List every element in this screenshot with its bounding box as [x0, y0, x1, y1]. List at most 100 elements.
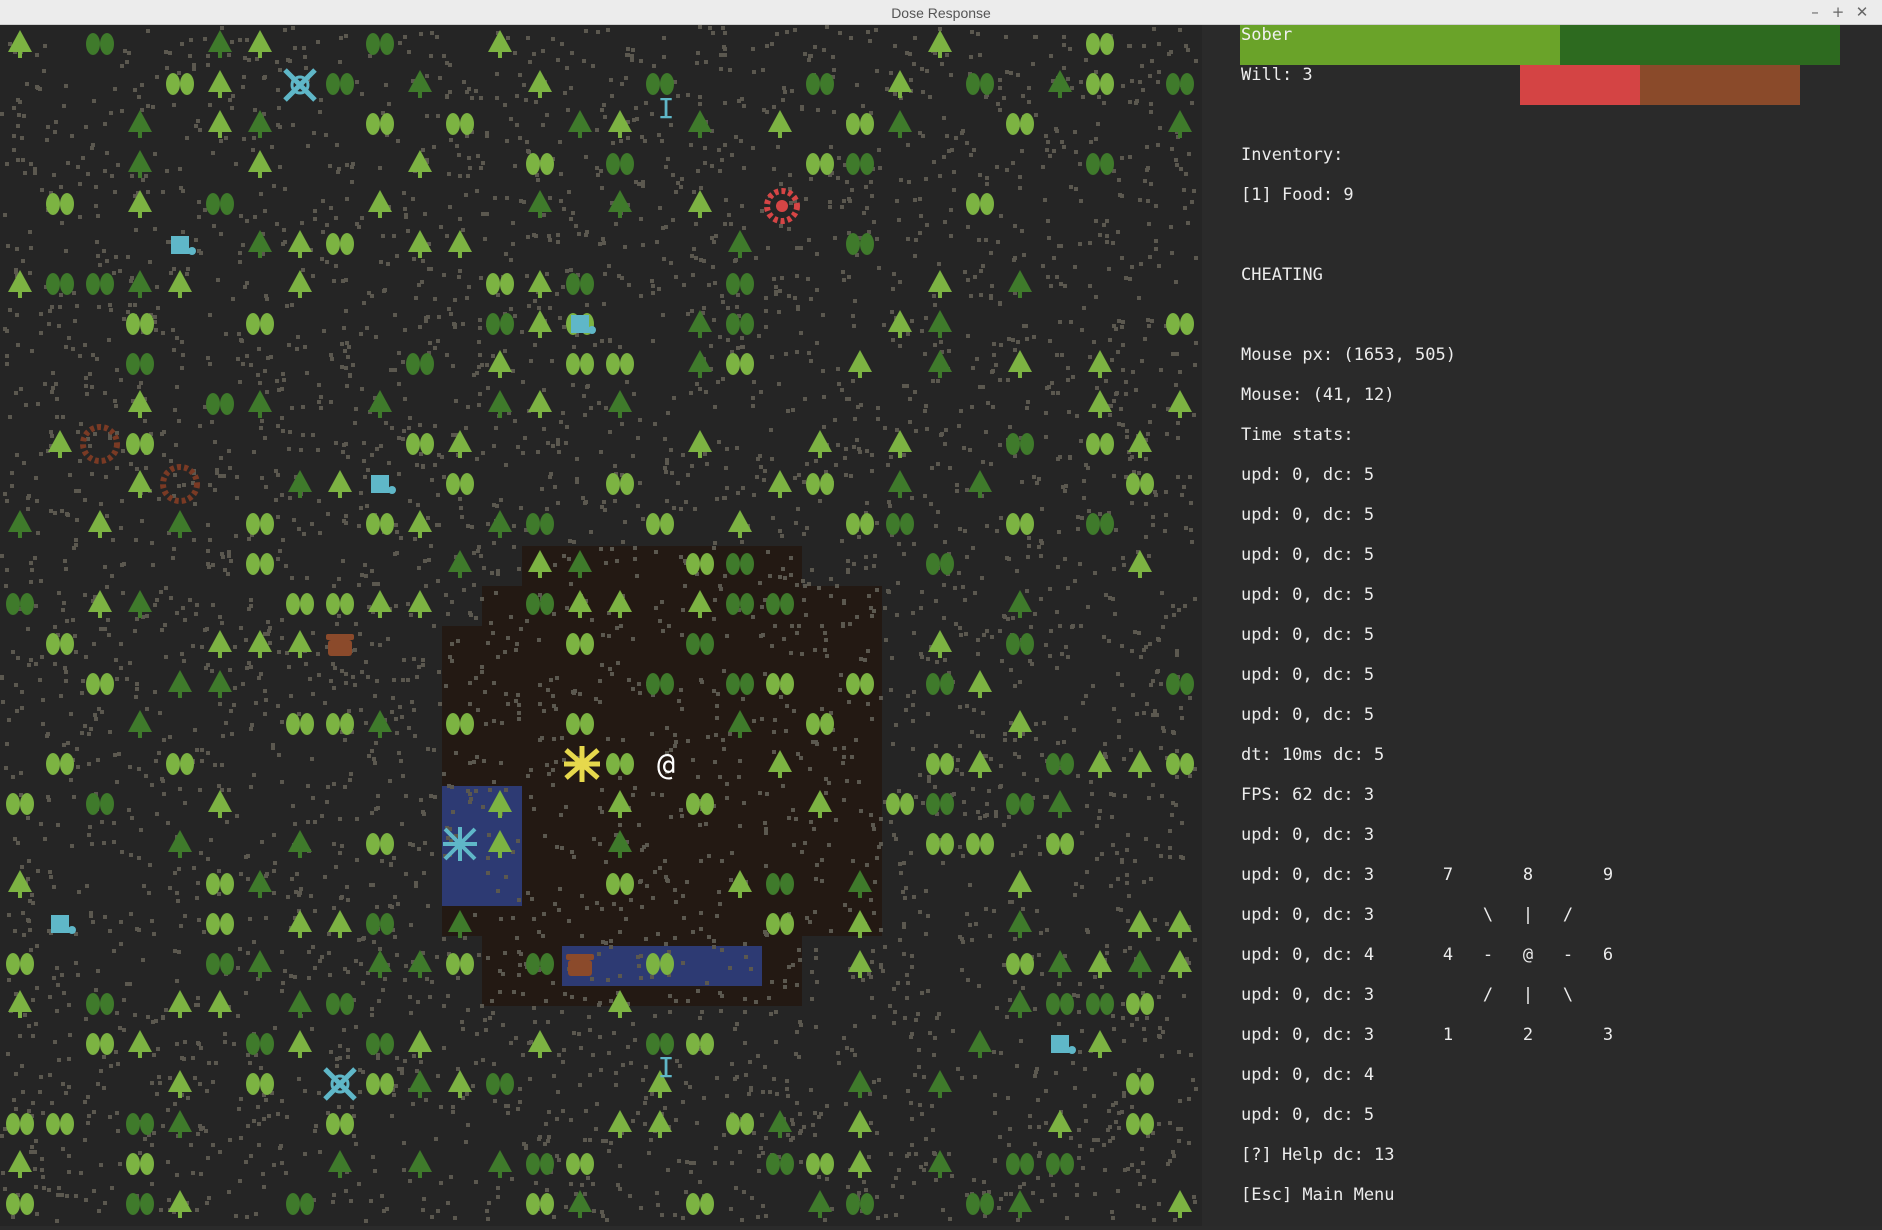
tree-icon	[1008, 910, 1032, 938]
tree-icon	[726, 1113, 754, 1135]
tree-icon	[288, 910, 312, 938]
tree-icon	[968, 470, 992, 498]
maximize-button[interactable]: +	[1828, 3, 1848, 21]
tree-icon	[486, 273, 514, 295]
tree-icon	[848, 350, 872, 378]
dose-icon	[1051, 1035, 1076, 1054]
numpad-key: 2	[1518, 1025, 1538, 1045]
tree-icon	[86, 993, 114, 1015]
tree-icon	[408, 1070, 432, 1098]
tree-icon	[288, 830, 312, 858]
tree-icon	[686, 1193, 714, 1215]
tree-icon	[446, 473, 474, 495]
tree-icon	[366, 513, 394, 535]
tree-icon	[486, 313, 514, 335]
tree-icon	[888, 110, 912, 138]
tree-icon	[126, 1113, 154, 1135]
tree-icon	[246, 513, 274, 535]
tree-icon	[126, 433, 154, 455]
window-titlebar: Dose Response – + ✕	[0, 0, 1882, 25]
tree-icon	[288, 230, 312, 258]
tree-icon	[1006, 953, 1034, 975]
tree-icon	[528, 310, 552, 338]
tree-icon	[366, 113, 394, 135]
tree-icon	[128, 1030, 152, 1058]
numpad-arrow: |	[1518, 905, 1538, 925]
tree-icon	[168, 510, 192, 538]
window-title: Dose Response	[0, 5, 1882, 21]
tree-icon	[408, 1030, 432, 1058]
tree-icon	[1168, 390, 1192, 418]
tree-icon	[248, 390, 272, 418]
tree-icon	[208, 990, 232, 1018]
tree-icon	[528, 190, 552, 218]
tree-icon	[1128, 950, 1152, 978]
tree-icon	[128, 390, 152, 418]
tree-icon	[966, 193, 994, 215]
minimize-button[interactable]: –	[1805, 3, 1825, 21]
tree-icon	[806, 153, 834, 175]
tree-icon	[648, 1110, 672, 1138]
tree-icon	[8, 990, 32, 1018]
close-button[interactable]: ✕	[1852, 3, 1872, 21]
tree-icon	[1168, 110, 1192, 138]
tree-icon	[1006, 1153, 1034, 1175]
tree-icon	[8, 870, 32, 898]
tree-icon	[1048, 790, 1072, 818]
tree-icon	[848, 1110, 872, 1138]
time-stat-line: upd: 0, dc: 5	[1241, 705, 1374, 725]
sidebar-panel: Sober Will: 3 Inventory: [1] Food: 9 CHE…	[1202, 25, 1882, 1226]
tree-icon	[366, 833, 394, 855]
help-hint: [Esc] Main Menu	[1241, 1185, 1395, 1205]
tree-icon	[328, 910, 352, 938]
food-icon	[566, 954, 594, 976]
tree-icon	[8, 1150, 32, 1178]
tree-icon	[206, 873, 234, 895]
tree-icon	[526, 513, 554, 535]
tree-icon	[46, 193, 74, 215]
tree-icon	[248, 30, 272, 58]
tree-icon	[968, 670, 992, 698]
tree-icon	[1086, 433, 1114, 455]
tree-icon	[326, 593, 354, 615]
numpad-player: @	[1518, 945, 1538, 965]
tree-icon	[168, 830, 192, 858]
tree-icon	[606, 153, 634, 175]
tree-icon	[366, 913, 394, 935]
map-canvas[interactable]: I I @	[0, 25, 1202, 1226]
tree-icon	[166, 73, 194, 95]
tree-icon	[928, 310, 952, 338]
tree-icon	[286, 713, 314, 735]
tree-icon	[128, 470, 152, 498]
tree-icon	[1006, 113, 1034, 135]
tree-icon	[926, 753, 954, 775]
tree-icon	[688, 350, 712, 378]
tree-icon	[1006, 633, 1034, 655]
tree-icon	[126, 1153, 154, 1175]
tree-icon	[566, 353, 594, 375]
game-map[interactable]: I I @	[0, 25, 1202, 1226]
tree-icon	[168, 990, 192, 1018]
tree-icon	[1086, 33, 1114, 55]
tree-icon	[846, 113, 874, 135]
time-stat-line: upd: 0, dc: 3	[1241, 865, 1374, 885]
dose-icon	[285, 70, 315, 100]
tree-icon	[446, 113, 474, 135]
tree-icon	[88, 590, 112, 618]
dose-icon	[171, 236, 196, 255]
numpad-arrow: -	[1478, 945, 1498, 965]
tree-icon	[446, 953, 474, 975]
tree-icon	[1086, 153, 1114, 175]
tree-icon	[566, 1153, 594, 1175]
tree-icon	[326, 993, 354, 1015]
tree-icon	[806, 1153, 834, 1175]
numpad-key: 9	[1598, 865, 1618, 885]
numpad-key: 1	[1438, 1025, 1458, 1045]
tree-icon	[86, 33, 114, 55]
tree-icon	[46, 1113, 74, 1135]
tree-icon	[526, 153, 554, 175]
time-stat-line: upd: 0, dc: 3	[1241, 1025, 1374, 1045]
inventory-item[interactable]: [1] Food: 9	[1241, 185, 1354, 205]
tree-icon	[528, 390, 552, 418]
dose-icon	[371, 475, 396, 494]
